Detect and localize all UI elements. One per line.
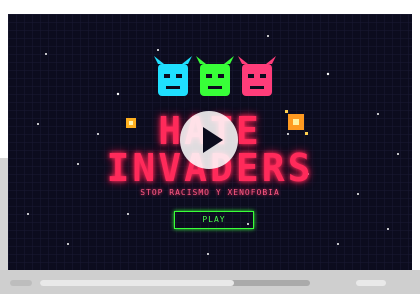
play-icon (203, 127, 223, 153)
control-handle[interactable] (10, 280, 32, 286)
game-subtitle: STOP RACISMO Y XENOFOBIA (140, 188, 280, 197)
play-game-button[interactable]: PLAY (174, 211, 254, 229)
cyan-invader-icon (154, 56, 192, 96)
seek-progress (40, 280, 235, 286)
video-frame: HATE INVADERS STOP RACISMO Y XENOFOBIA P… (0, 0, 420, 294)
pink-invader-icon (238, 56, 276, 96)
green-invader-icon (196, 56, 234, 96)
volume-slider[interactable] (356, 280, 386, 286)
seek-bar[interactable] (40, 280, 310, 286)
video-controls-bar (0, 270, 420, 294)
video-play-button[interactable] (180, 111, 238, 169)
